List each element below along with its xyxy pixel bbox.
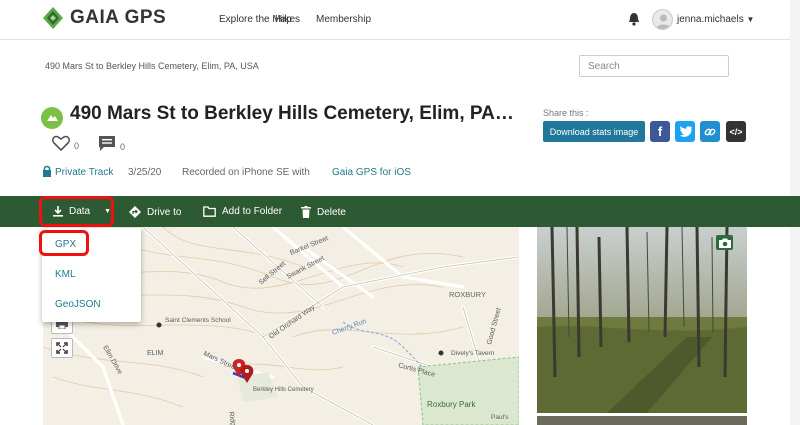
tavern-marker-icon	[438, 350, 444, 356]
like-stat[interactable]: 0	[52, 135, 79, 151]
track-photo[interactable]	[537, 227, 747, 413]
bell-icon[interactable]	[628, 12, 640, 26]
link-icon[interactable]	[700, 121, 720, 142]
menu-item-geojson[interactable]: GeoJSON	[55, 299, 101, 310]
breadcrumb: 490 Mars St to Berkley Hills Cemetery, E…	[45, 61, 259, 71]
drive-to-label: Drive to	[147, 206, 182, 218]
comment-stat[interactable]: 0	[98, 135, 125, 152]
chain-glyph	[704, 128, 716, 135]
like-count: 0	[74, 141, 80, 151]
hike-icon	[47, 115, 58, 121]
track-toolbar	[0, 196, 800, 227]
track-type-badge	[41, 107, 63, 129]
nav-membership[interactable]: Membership	[316, 14, 371, 25]
search-input[interactable]	[579, 55, 729, 77]
privacy-link[interactable]: Private Track	[55, 167, 113, 178]
mountain-logo-icon	[43, 7, 63, 29]
avatar[interactable]	[652, 9, 673, 30]
school-marker-icon	[156, 322, 162, 328]
facebook-icon[interactable]: f	[650, 121, 670, 142]
delete-label: Delete	[317, 206, 346, 218]
lock-icon	[43, 165, 51, 177]
photo-thumbnail-strip[interactable]	[537, 416, 747, 425]
gpx-highlight	[39, 230, 89, 256]
map-label-pauls: Paul's	[491, 414, 509, 421]
map-label-elim: ELIM	[147, 350, 164, 357]
track-date: 3/25/20	[128, 167, 162, 178]
brand-name: GAIA GPS	[70, 7, 167, 28]
recorded-text: Recorded on iPhone SE with	[182, 167, 310, 178]
twitter-bird-glyph	[679, 126, 692, 137]
camera-icon[interactable]	[716, 235, 733, 250]
share-label: Share this :	[543, 108, 589, 118]
comment-count: 0	[120, 141, 126, 152]
page-title: 490 Mars St to Berkley Hills Cemetery, E…	[70, 103, 514, 124]
fullscreen-button[interactable]	[51, 338, 73, 358]
brand-logo[interactable]: GAIA GPS	[42, 6, 166, 30]
nav-hikes[interactable]: Hikes	[275, 14, 300, 25]
forest-photo	[537, 227, 747, 413]
download-stats-button[interactable]: Download stats image	[543, 121, 645, 142]
delete-button[interactable]: Delete	[301, 206, 346, 218]
add-to-folder-button[interactable]: Add to Folder	[203, 206, 282, 217]
user-silhouette-icon	[656, 14, 671, 29]
twitter-icon[interactable]	[675, 121, 695, 142]
top-navigation: GAIA GPS Explore the Map Hikes Membershi…	[0, 0, 800, 40]
map-label-berkley: Berkley Hills Cemetery	[253, 387, 314, 393]
expand-icon	[56, 342, 68, 354]
trash-icon	[301, 206, 311, 218]
username-label: jenna.michaels	[677, 14, 744, 25]
embed-code-icon[interactable]: </>	[726, 121, 746, 142]
map-label-roxbury-park: Roxbury Park	[427, 400, 476, 409]
directions-icon	[129, 206, 141, 218]
map-label-saint-clements: Saint Clements School	[165, 317, 231, 324]
menu-item-kml[interactable]: KML	[55, 269, 76, 280]
comment-icon	[99, 136, 115, 151]
username-menu[interactable]: jenna.michaels ▼	[677, 14, 754, 25]
folder-icon	[203, 206, 216, 217]
add-to-folder-label: Add to Folder	[222, 206, 283, 217]
data-button-highlight	[39, 196, 114, 227]
drive-to-button[interactable]: Drive to	[129, 206, 181, 218]
map-label-dively: Dively's Tavern	[451, 350, 495, 357]
heart-icon	[52, 135, 70, 151]
map-label-roxbury: ROXBURY	[449, 290, 486, 299]
chevron-down-icon: ▼	[746, 15, 755, 24]
camera-glyph	[718, 238, 731, 248]
app-link[interactable]: Gaia GPS for iOS	[332, 167, 411, 178]
